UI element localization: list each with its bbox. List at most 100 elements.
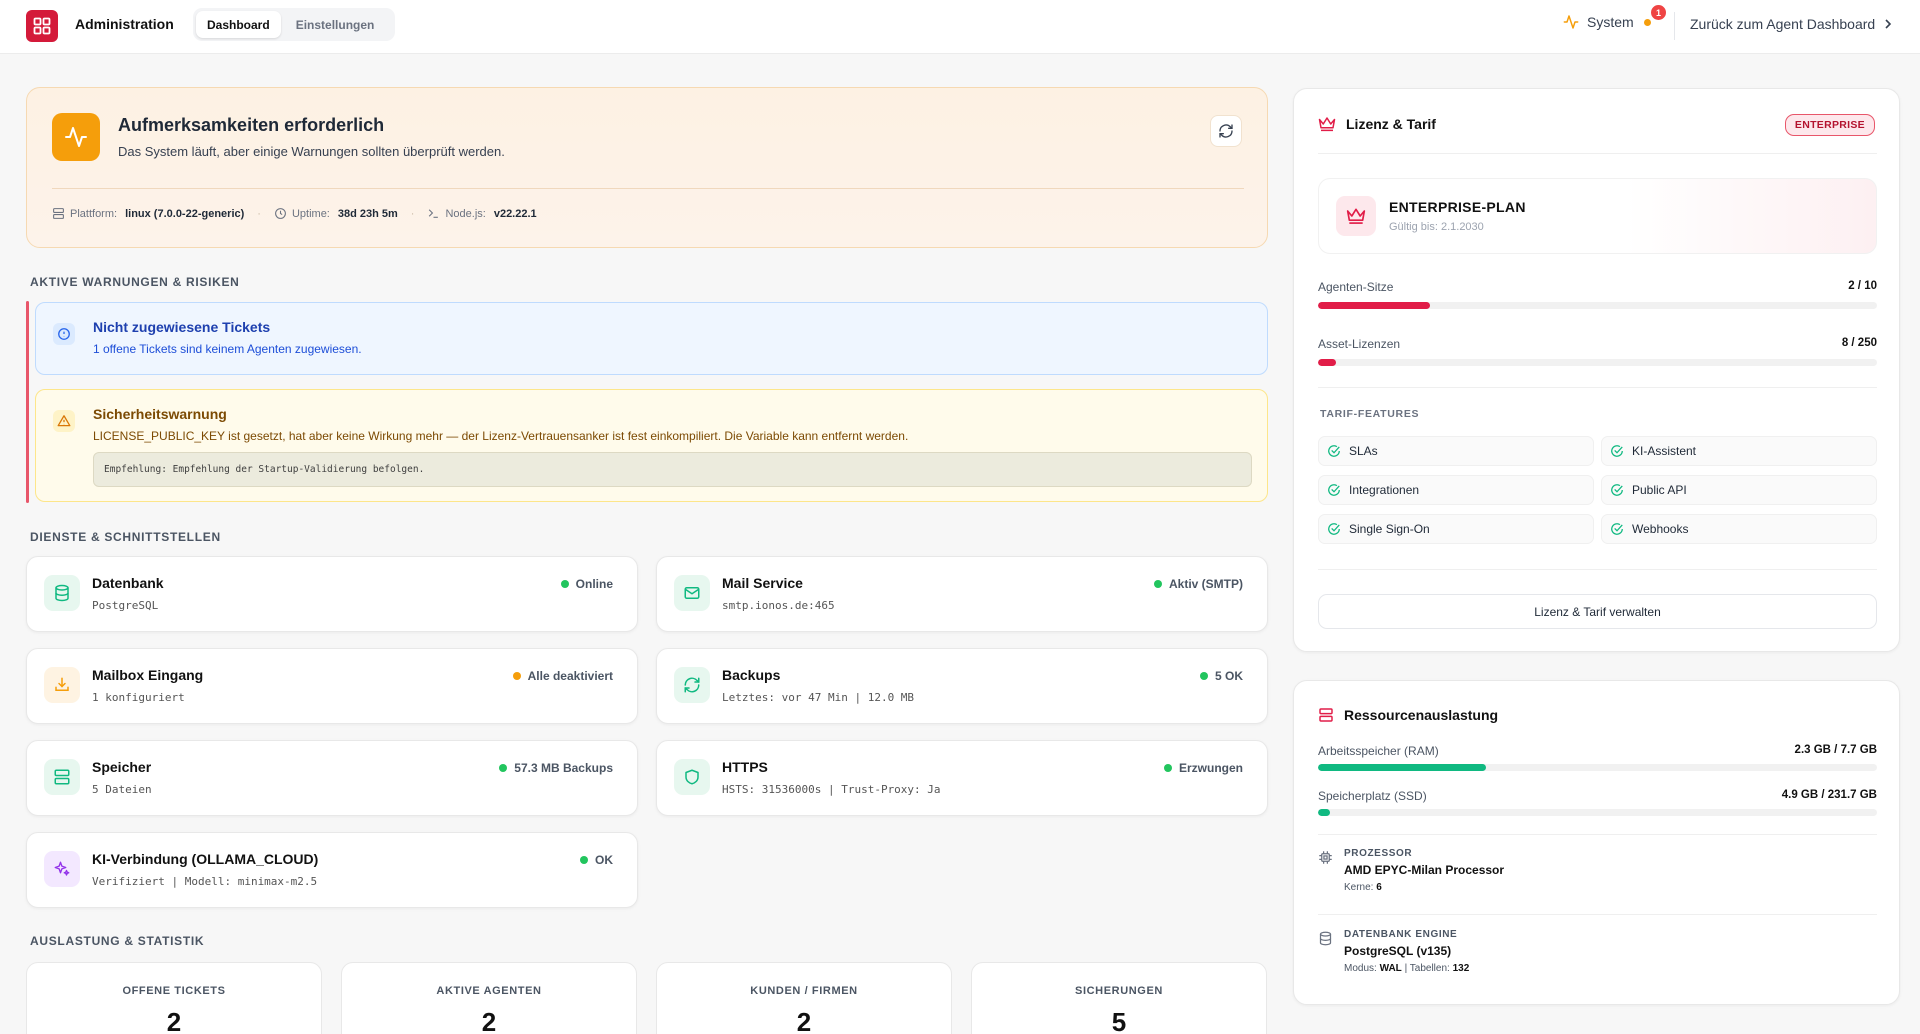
tab-dashboard[interactable]: Dashboard [196,11,281,38]
cpu-name: AMD EPYC-Milan Processor [1344,863,1505,877]
feature-item: Public API [1601,475,1877,505]
server-icon [1319,708,1333,722]
service-card-backups[interactable]: Backups Letztes: vor 47 Min | 12.0 MB 5 … [656,648,1268,724]
status-badge: 5 OK [1199,669,1243,683]
app-logo-icon[interactable] [26,10,58,42]
db-name: PostgreSQL (v135) [1344,944,1452,958]
alert-triangle-icon [53,410,75,432]
service-title: Mailbox Eingang [92,667,204,683]
clock-icon [275,208,286,219]
service-card-https[interactable]: HTTPS HSTS: 31536000s | Trust-Proxy: Ja … [656,740,1268,816]
feature-label: Integrationen [1349,483,1420,497]
warning-security: Sicherheitswarnung LICENSE_PUBLIC_KEY is… [35,389,1268,502]
platform-label: Plattform: [70,207,118,220]
seats-value: 2 / 10 [1848,280,1877,292]
cpu-icon [1319,851,1332,864]
stat-card-customers[interactable]: KUNDEN / FIRMEN 2 [656,962,952,1034]
system-label: System [1587,14,1634,30]
status-badge: Erzwungen [1163,761,1243,775]
cpu-title: PROZESSOR [1344,848,1413,859]
service-subtitle: PostgreSQL [92,599,159,612]
stat-card-active-agents[interactable]: AKTIVE AGENTEN 2 [341,962,637,1034]
back-to-agent-dashboard-link[interactable]: Zurück zum Agent Dashboard [1690,16,1893,32]
license-title: Lizenz & Tarif [1346,116,1436,132]
feature-item: Webhooks [1601,514,1877,544]
system-status-button[interactable]: System [1563,14,1651,30]
main-tabs: Dashboard Einstellungen [193,8,395,41]
panel-divider [1318,569,1877,570]
refresh-button[interactable] [1210,115,1242,147]
status-dot [1199,672,1208,680]
server-icon [44,759,80,795]
assets-progress-fill [1318,359,1336,366]
status-dot [512,672,521,680]
stat-value: 2 [166,1007,182,1034]
service-card-mail[interactable]: Mail Service smtp.ionos.de:465 Aktiv (SM… [656,556,1268,632]
warning-recommendation: Empfehlung: Empfehlung der Startup-Valid… [93,452,1252,487]
service-title: Datenbank [92,575,164,591]
feature-label: Webhooks [1632,522,1689,536]
check-circle-icon [1611,484,1623,496]
service-subtitle: 5 Dateien [92,783,152,796]
manage-license-button[interactable]: Lizenz & Tarif verwalten [1318,594,1877,629]
status-dot [1153,580,1162,588]
panel-divider [1318,914,1877,915]
cpu-cores-label: Kerne: [1344,882,1374,893]
system-status-dot [1643,18,1651,26]
meta-separator: · [257,207,261,220]
plan-card: ENTERPRISE-PLAN Gültig bis: 2.1.2030 [1318,178,1877,254]
node-value: v22.22.1 [493,207,537,220]
stat-card-open-tickets[interactable]: OFFENE TICKETS 2 [26,962,322,1034]
warning-unassigned-tickets[interactable]: Nicht zugewiesene Tickets 1 offene Ticke… [35,302,1268,375]
ssd-progress-fill [1318,809,1330,816]
uptime-meta: Uptime: 38d 23h 5m [274,207,398,220]
seats-progress-bar [1318,302,1877,309]
check-circle-icon [1328,484,1340,496]
database-icon [44,575,80,611]
node-label: Node.js: [445,207,486,220]
seats-progress-fill [1318,302,1430,309]
stat-label: AKTIVE AGENTEN [436,985,542,997]
feature-label: KI-Assistent [1632,444,1697,458]
stat-card-backups[interactable]: SICHERUNGEN 5 [971,962,1267,1034]
stat-label: OFFENE TICKETS [122,985,226,997]
section-title-warnings: AKTIVE WARNUNGEN & RISIKEN [30,275,240,289]
service-card-ki-verbindung[interactable]: KI-Verbindung (OLLAMA_CLOUD) Verifiziert… [26,832,638,908]
ram-progress-fill [1318,764,1486,771]
crown-icon [1318,117,1336,132]
ssd-value: 4.9 GB / 231.7 GB [1781,789,1877,801]
stat-label: SICHERUNGEN [1075,985,1163,997]
assets-label: Asset-Lizenzen [1318,337,1401,351]
warning-title: Sicherheitswarnung [93,406,227,422]
notification-badge[interactable]: 1 [1651,5,1666,20]
status-dot [1163,764,1172,772]
service-subtitle: HSTS: 31536000s | Trust-Proxy: Ja [722,783,941,796]
service-card-mailbox[interactable]: Mailbox Eingang 1 konfiguriert Alle deak… [26,648,638,724]
tab-einstellungen[interactable]: Einstellungen [285,11,386,38]
feature-label: Public API [1632,483,1687,497]
feature-label: SLAs [1349,444,1378,458]
attention-subtitle: Das System läuft, aber einige Warnungen … [118,144,505,159]
status-text: Online [575,577,613,591]
warning-accent-bar [26,301,29,503]
feature-item: Integrationen [1318,475,1594,505]
ram-value: 2.3 GB / 7.7 GB [1794,744,1877,756]
activity-icon [52,113,100,161]
section-title-services: DIENSTE & SCHNITTSTELLEN [30,530,221,544]
panel-divider [1318,834,1877,835]
app-title: Administration [75,16,174,32]
stat-label: KUNDEN / FIRMEN [750,985,858,997]
status-dot [560,580,569,588]
info-icon [53,323,75,345]
service-card-datenbank[interactable]: Datenbank PostgreSQL Online [26,556,638,632]
assets-value: 8 / 250 [1841,337,1877,349]
status-text: OK [595,853,613,867]
system-meta: Plattform: linux (7.0.0-22-generic) · Upt… [52,207,537,220]
service-subtitle: Verifiziert | Modell: minimax-m2.5 [92,875,318,888]
seats-row: Agenten-Sitze 2 / 10 [1318,280,1877,294]
service-card-speicher[interactable]: Speicher 5 Dateien 57.3 MB Backups [26,740,638,816]
check-circle-icon [1328,523,1340,535]
status-text: Erzwungen [1178,761,1243,775]
resources-title: Ressourcenauslastung [1344,707,1499,723]
stat-value: 2 [796,1007,812,1034]
